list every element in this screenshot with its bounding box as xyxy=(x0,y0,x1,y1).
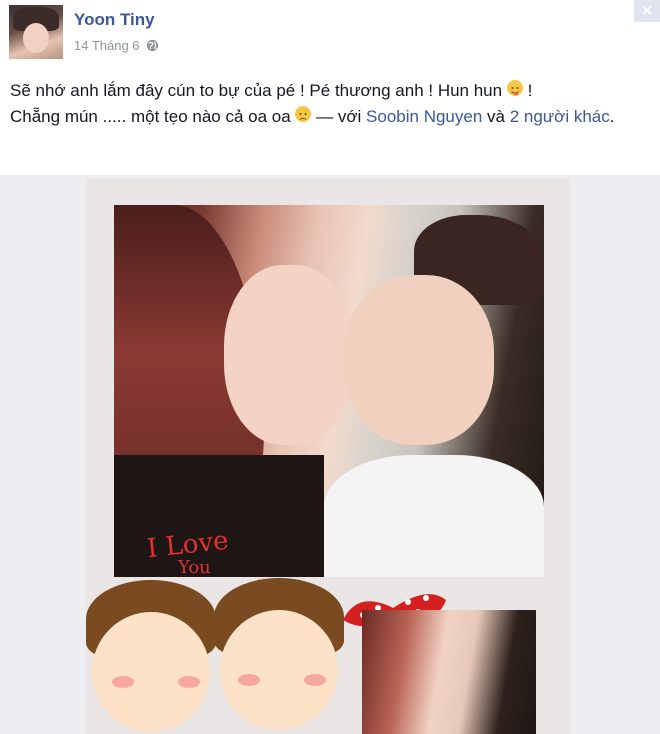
author-name[interactable]: Yoon Tiny xyxy=(74,10,155,30)
post-text-line1-end: ! xyxy=(522,81,533,100)
and-text: và xyxy=(482,107,510,126)
with-separator: — với xyxy=(311,107,367,126)
post-text-line1: Sẽ nhớ anh lắm đây cún to bự của pé ! Pé… xyxy=(10,81,503,100)
tongue-smile-emoji xyxy=(506,80,523,96)
globe-icon[interactable] xyxy=(146,39,159,52)
post-text: Sẽ nhớ anh lắm đây cún to bự của pé ! Pé… xyxy=(10,78,650,130)
sad-emoji xyxy=(295,106,312,122)
post-meta: 14 Tháng 6 xyxy=(74,38,159,53)
post-date[interactable]: 14 Tháng 6 xyxy=(74,38,140,53)
close-icon[interactable]: ✕ xyxy=(634,0,660,22)
tagged-others-link[interactable]: 2 người khác xyxy=(510,107,610,126)
post-text-line2: Chẵng mún ..... một tẹo nào cả oa oa xyxy=(10,107,291,126)
cartoon-couple-sticker xyxy=(86,578,376,734)
tagged-person-link[interactable]: Soobin Nguyen xyxy=(366,107,482,126)
period: . xyxy=(609,107,615,126)
main-couple-photo xyxy=(114,205,544,577)
author-avatar[interactable] xyxy=(9,5,63,59)
photo-overlay-subtext: You xyxy=(178,557,211,578)
small-couple-photo xyxy=(362,610,536,734)
